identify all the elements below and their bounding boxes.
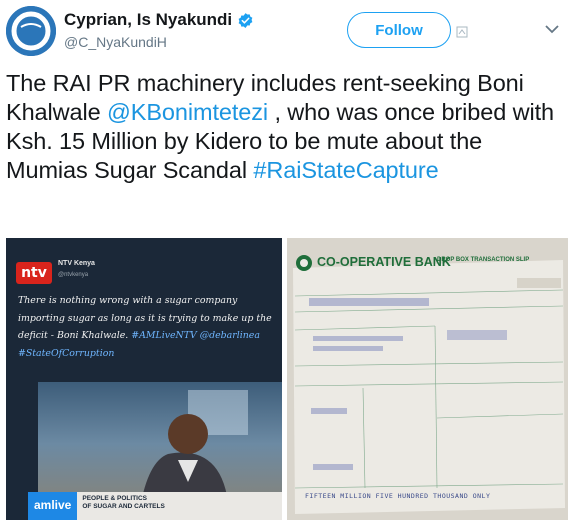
media-image-ntv[interactable]: ntv NTV Kenya @ntvkenya There is nothing… [6,238,282,520]
name-row: Cyprian, Is Nyakundi [64,10,254,30]
bank-slip-background [287,238,568,520]
ntv-header: ntv NTV Kenya @ntvkenya [12,248,272,288]
verified-badge-icon [238,12,253,28]
amount-in-words: FIFTEEN MILLION FIVE HUNDRED THOUSAND ON… [305,492,491,500]
avatar[interactable] [6,6,56,56]
amlive-banner: amlive PEOPLE & POLITICS OF SUGAR AND CA… [28,492,282,520]
hashtag-link[interactable]: #RaiStateCapture [253,157,438,183]
follow-user-icon[interactable] [456,26,468,38]
ntv-channel-name: NTV Kenya [58,260,95,267]
chevron-down-icon[interactable] [545,24,559,34]
avatar-image [6,6,56,56]
amlive-subtitle: OF SUGAR AND CARTELS [82,503,165,510]
slip-title: DROP BOX TRANSACTION SLIP [437,257,530,263]
ntv-channel-handle: @ntvkenya [58,272,89,278]
tweet-text: The RAI PR machinery includes rent-seeki… [6,69,570,185]
media-grid: ntv NTV Kenya @ntvkenya There is nothing… [6,238,568,520]
follow-button[interactable]: Follow [347,12,451,48]
co-op-bank-logo-icon [296,255,312,271]
amlive-title: PEOPLE & POLITICS [82,495,148,502]
amlive-label: amlive [28,492,78,520]
ntv-logo: ntv [16,262,52,284]
display-name[interactable]: Cyprian, Is Nyakundi [64,10,232,30]
ntv-quote: There is nothing wrong with a sugar comp… [18,292,274,362]
bank-header: CO-OPERATIVE BANK DROP BOX TRANSACTION S… [287,252,568,274]
user-handle[interactable]: @C_NyaKundiH [64,34,167,50]
media-image-bank-slip[interactable]: CO-OPERATIVE BANK DROP BOX TRANSACTION S… [287,238,568,520]
amlive-title-block: PEOPLE & POLITICS OF SUGAR AND CARTELS [77,492,282,520]
tweet-header: Cyprian, Is Nyakundi @C_NyaKundiH Follow [0,0,574,62]
mention-link[interactable]: @KBonimtetezi [107,99,268,125]
bank-name: CO-OPERATIVE BANK [317,255,451,269]
